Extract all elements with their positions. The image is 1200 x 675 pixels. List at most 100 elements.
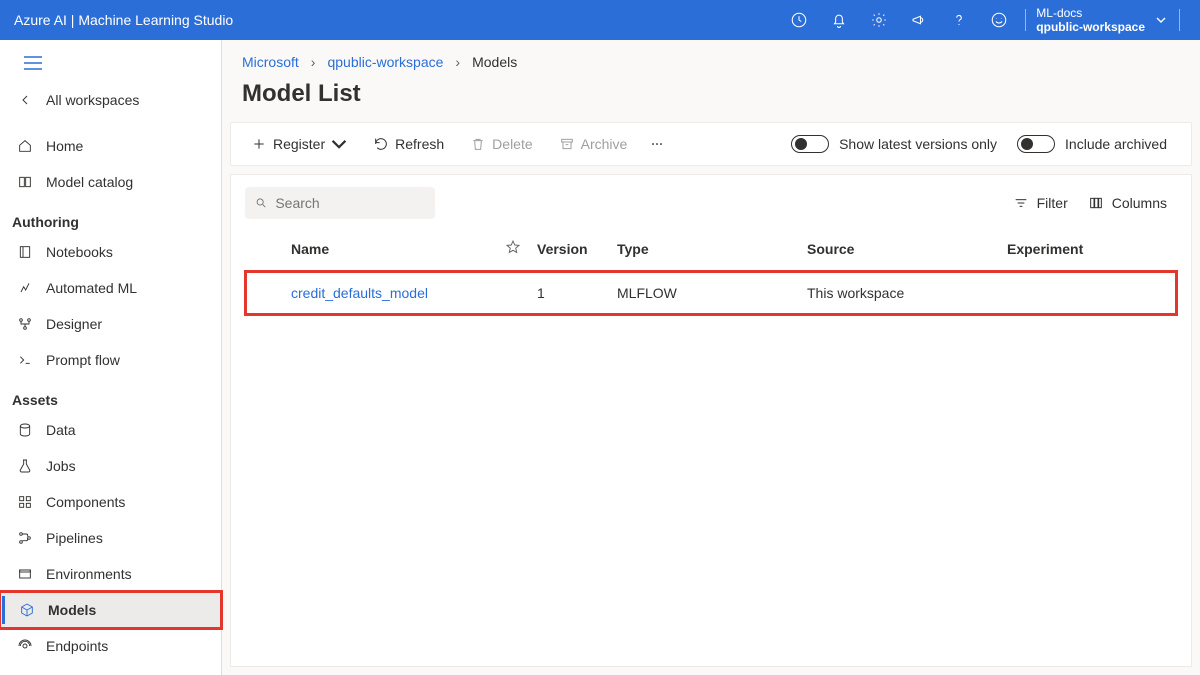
account-switcher[interactable]: ML-docs qpublic-workspace [1032,6,1149,35]
nav-label: Pipelines [46,530,103,546]
register-button[interactable]: Register [241,130,357,158]
sidebar-item-notebooks[interactable]: Notebooks [0,234,221,270]
refresh-button[interactable]: Refresh [363,130,454,158]
search-icon [255,196,267,210]
sidebar-item-designer[interactable]: Designer [0,306,221,342]
search-input[interactable] [275,195,425,211]
button-label: Register [273,136,325,152]
gear-icon[interactable] [859,0,899,40]
col-experiment[interactable]: Experiment [1007,241,1157,257]
help-icon[interactable] [939,0,979,40]
delete-button[interactable]: Delete [460,130,542,158]
search-box[interactable] [245,187,435,219]
sidebar-item-model-catalog[interactable]: Model catalog [0,164,221,200]
megaphone-icon[interactable] [899,0,939,40]
chevron-down-icon [331,136,347,152]
sidebar: All workspaces Home Model catalog Author… [0,40,222,675]
button-label: Columns [1112,195,1167,211]
model-version: 1 [537,285,617,301]
crumb-current: Models [472,54,517,70]
chevron-down-icon[interactable] [1149,15,1173,25]
table-header: Name Version Type Source Experiment [245,227,1177,271]
toolbar: Register Refresh Delete Archive Sho [230,122,1192,166]
nav-label: Data [46,422,76,438]
nav-label: Automated ML [46,280,137,296]
col-source[interactable]: Source [807,241,1007,257]
col-type[interactable]: Type [617,241,807,257]
menu-toggle[interactable] [0,44,221,82]
flask-icon [16,457,34,475]
table-row[interactable]: credit_defaults_model 1 MLFLOW This work… [245,271,1177,315]
nav-label: Components [46,494,125,510]
model-type: MLFLOW [617,285,807,301]
list-topbar: Filter Columns [245,187,1177,219]
nav-label: Notebooks [46,244,113,260]
sidebar-item-environments[interactable]: Environments [0,556,221,592]
separator [1179,9,1180,31]
col-version[interactable]: Version [537,241,617,257]
toggle-label: Show latest versions only [839,136,997,152]
back-arrow-icon [16,91,34,109]
star-column-header[interactable] [505,239,537,258]
sidebar-item-pipelines[interactable]: Pipelines [0,520,221,556]
components-icon [16,493,34,511]
archive-icon [559,136,575,152]
catalog-icon [16,173,34,191]
data-icon [16,421,34,439]
button-label: Filter [1037,195,1068,211]
model-table: Name Version Type Source Experiment cred… [245,227,1177,315]
page-title: Model List [222,76,1200,122]
automl-icon [16,279,34,297]
more-button[interactable] [643,130,671,158]
models-icon [18,601,36,619]
clock-icon[interactable] [779,0,819,40]
sidebar-item-endpoints[interactable]: Endpoints [0,628,221,664]
list-panel: Filter Columns Name Version Type Source … [230,174,1192,667]
nav-label: Prompt flow [46,352,120,368]
workspace-name: qpublic-workspace [1036,20,1145,34]
section-header-assets: Assets [0,378,221,412]
sidebar-item-home[interactable]: Home [0,128,221,164]
chevron-right-icon: › [455,54,460,70]
sidebar-item-models[interactable]: Models [0,592,221,628]
sidebar-item-jobs[interactable]: Jobs [0,448,221,484]
top-header: Azure AI | Machine Learning Studio ML-do… [0,0,1200,40]
sidebar-item-prompt-flow[interactable]: Prompt flow [0,342,221,378]
crumb-workspace[interactable]: qpublic-workspace [327,54,443,70]
toggle-label: Include archived [1065,136,1167,152]
env-icon [16,565,34,583]
columns-icon [1088,195,1104,211]
toggle-show-latest[interactable]: Show latest versions only [791,135,997,153]
nav-label: Models [48,602,96,618]
nav-label: Jobs [46,458,76,474]
toggle-include-archived[interactable]: Include archived [1017,135,1167,153]
bell-icon[interactable] [819,0,859,40]
sidebar-item-automated-ml[interactable]: Automated ML [0,270,221,306]
trash-icon [470,136,486,152]
crumb-microsoft[interactable]: Microsoft [242,54,299,70]
pipeline-icon [16,529,34,547]
separator [1025,9,1026,31]
refresh-icon [373,136,389,152]
breadcrumb: Microsoft › qpublic-workspace › Models [222,40,1200,76]
columns-button[interactable]: Columns [1078,191,1177,215]
nav-label: Model catalog [46,174,133,190]
nav-label: All workspaces [46,92,139,108]
all-workspaces[interactable]: All workspaces [0,82,221,118]
nav-label: Endpoints [46,638,108,654]
sidebar-item-components[interactable]: Components [0,484,221,520]
app-title: Azure AI | Machine Learning Studio [14,12,779,28]
smile-icon[interactable] [979,0,1019,40]
home-icon [16,137,34,155]
button-label: Refresh [395,136,444,152]
model-name-link[interactable]: credit_defaults_model [285,285,505,301]
filter-button[interactable]: Filter [1003,191,1078,215]
chevron-right-icon: › [311,54,316,70]
nav-label: Designer [46,316,102,332]
col-name[interactable]: Name [285,241,505,257]
nav-label: Home [46,138,83,154]
designer-icon [16,315,34,333]
sidebar-item-data[interactable]: Data [0,412,221,448]
nav-label: Environments [46,566,132,582]
archive-button[interactable]: Archive [549,130,638,158]
